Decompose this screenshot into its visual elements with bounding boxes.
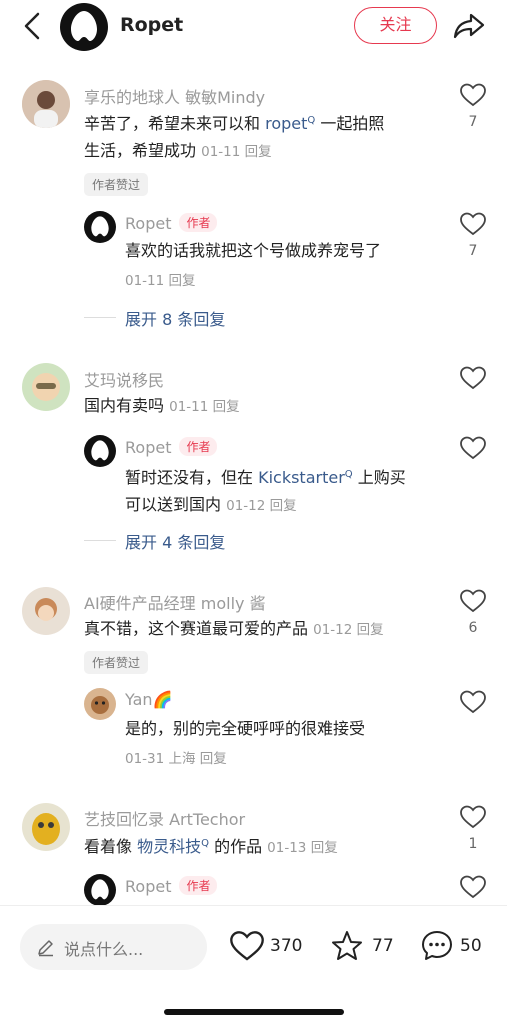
reply-avatar[interactable]: [84, 688, 116, 720]
author-tag: 作者: [179, 213, 218, 232]
comment-meta[interactable]: 01-13 回复: [267, 840, 338, 856]
heart-icon: [230, 931, 264, 961]
search-link[interactable]: 物灵科技: [137, 837, 201, 856]
reply-meta[interactable]: 01-31 上海 回复: [125, 745, 227, 773]
comment-input[interactable]: 说点什么...: [20, 924, 207, 970]
commenter-name[interactable]: 艺技回忆录 ArtTechor: [84, 806, 245, 830]
comment-count: 50: [460, 936, 482, 956]
expand-divider: [84, 540, 116, 541]
reply-avatar[interactable]: [84, 874, 116, 906]
ropet-logo-icon: [71, 11, 97, 41]
heart-icon[interactable]: [460, 875, 486, 899]
comment-placeholder: 说点什么...: [64, 940, 144, 959]
commenter-avatar[interactable]: [22, 363, 70, 411]
reply-text-line2: 可以送到国内 01-12 回复: [125, 495, 297, 514]
commenter-name[interactable]: AI硬件产品经理 molly 酱: [84, 590, 266, 614]
like-count: 1: [468, 836, 478, 852]
reply-user: Ropet 作者: [125, 876, 218, 896]
like-button[interactable]: 370: [230, 926, 310, 966]
search-link[interactable]: Kickstarter: [258, 468, 345, 487]
bottom-action-bar: 说点什么... 370 77 50: [0, 905, 507, 1024]
author-tag: 作者: [179, 876, 218, 895]
reply-user: Ropet 作者: [125, 213, 218, 233]
expand-replies-button[interactable]: 展开 4 条回复: [125, 529, 225, 553]
commenter-avatar[interactable]: [22, 587, 70, 635]
like-count: 370: [270, 936, 303, 956]
comment-meta[interactable]: 01-12 回复: [313, 622, 384, 638]
reply-user-name[interactable]: Ropet: [125, 214, 171, 233]
comment-text: 看着像 物灵科技Q 的作品 01-13 回复: [84, 837, 338, 856]
heart-icon[interactable]: [460, 366, 486, 390]
heart-icon[interactable]: [460, 436, 486, 460]
expand-replies-button[interactable]: 展开 8 条回复: [125, 306, 225, 330]
like-count: 7: [468, 114, 478, 130]
ropet-logo-icon: [91, 879, 109, 900]
reply-meta[interactable]: 01-12 回复: [226, 498, 297, 514]
comment-meta[interactable]: 01-11 回复: [169, 399, 240, 415]
reply-meta[interactable]: 01-11 回复: [125, 267, 196, 295]
like-count: 7: [468, 243, 478, 259]
heart-icon[interactable]: [460, 589, 486, 613]
author-avatar[interactable]: [60, 3, 108, 51]
search-link[interactable]: ropet: [265, 114, 307, 133]
comment-button[interactable]: 50: [420, 926, 490, 966]
commenter-name[interactable]: 艾玛说移民: [84, 367, 164, 391]
commenter-avatar[interactable]: [22, 80, 70, 128]
reply-text: 喜欢的话我就把这个号做成养宠号了: [125, 241, 382, 260]
collect-count: 77: [372, 936, 394, 956]
comment-text: 辛苦了，希望未来可以和 ropetQ 一起拍照: [84, 114, 385, 133]
top-bar: Ropet 关注: [0, 0, 507, 56]
author-name[interactable]: Ropet: [120, 14, 183, 36]
follow-button[interactable]: 关注: [354, 7, 437, 44]
author-liked-badge: 作者赞过: [84, 173, 149, 196]
reply-user-name[interactable]: Ropet: [125, 438, 171, 457]
commenter-avatar[interactable]: [22, 803, 70, 851]
like-count: 6: [468, 620, 478, 636]
comment-meta[interactable]: 01-11 回复: [201, 144, 272, 160]
comment-text: 真不错，这个赛道最可爱的产品 01-12 回复: [84, 619, 384, 638]
back-icon[interactable]: [18, 10, 48, 42]
star-icon: [332, 931, 362, 960]
author-tag: 作者: [179, 437, 218, 456]
heart-icon[interactable]: [460, 690, 486, 714]
reply-avatar[interactable]: [84, 211, 116, 243]
reply-user: Ropet 作者: [125, 437, 218, 457]
comment-bubble-icon: [422, 931, 452, 960]
collect-button[interactable]: 77: [330, 926, 400, 966]
commenter-name[interactable]: 享乐的地球人 敏敏Mindy: [84, 84, 265, 108]
reply-text: 暂时还没有，但在 KickstarterQ 上购买: [125, 468, 406, 487]
heart-icon[interactable]: [460, 83, 486, 107]
home-indicator[interactable]: [164, 1009, 344, 1015]
ropet-logo-icon: [91, 216, 109, 237]
share-icon[interactable]: [452, 10, 486, 42]
reply-avatar[interactable]: [84, 435, 116, 467]
pen-icon: [38, 940, 53, 957]
comment-text: 国内有卖吗 01-11 回复: [84, 396, 240, 415]
reply-text: 是的，别的完全硬呼呼的很难接受: [125, 719, 366, 738]
reply-user-name[interactable]: Ropet: [125, 877, 171, 896]
comment-text-line2: 生活，希望成功 01-11 回复: [84, 141, 272, 160]
heart-icon[interactable]: [460, 212, 486, 236]
reply-user-name[interactable]: Yan🌈: [125, 690, 172, 709]
heart-icon[interactable]: [460, 805, 486, 829]
expand-divider: [84, 317, 116, 318]
author-liked-badge: 作者赞过: [84, 651, 149, 674]
ropet-logo-icon: [91, 440, 109, 461]
